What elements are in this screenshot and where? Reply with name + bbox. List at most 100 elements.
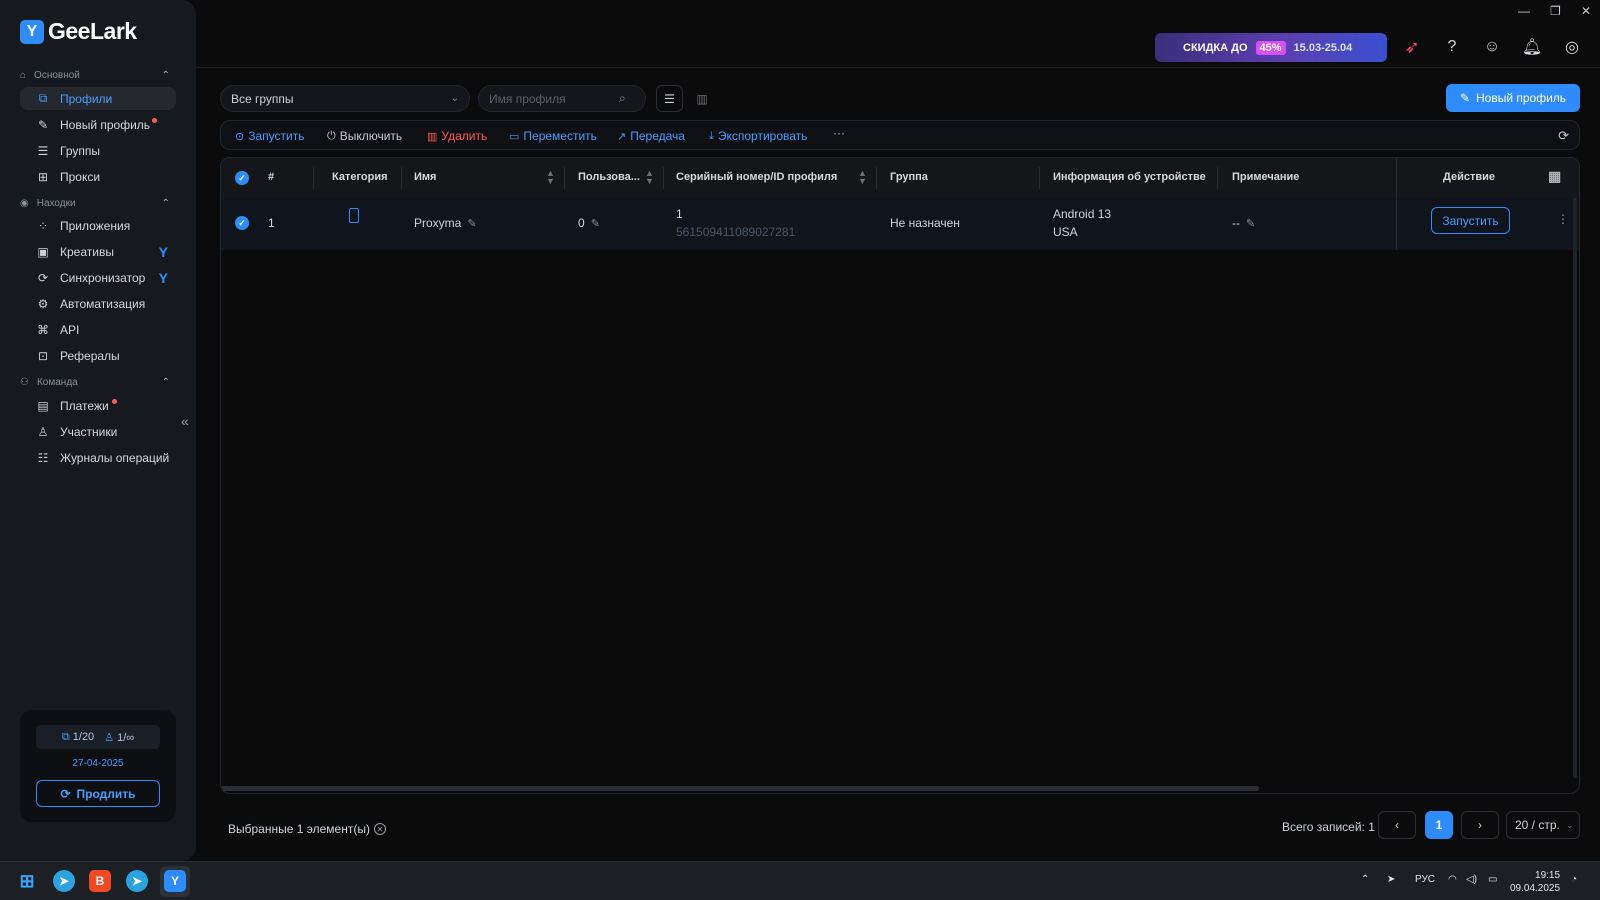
support-icon[interactable]: ☺ (1481, 36, 1503, 58)
sidebar-item-logs[interactable]: ☷ Журналы операций (20, 446, 176, 469)
tray-telegram-icon[interactable]: ➤ (1387, 874, 1395, 885)
column-users[interactable]: Пользова... (578, 171, 640, 183)
transfer-action[interactable]: ↗ Передача (617, 129, 685, 143)
profiles-table: ✓ # Категория Имя ▲ ▼ Пользова... ▲ ▼ Сери… (220, 157, 1580, 794)
row-profile-id[interactable]: 561509411089027281 (676, 225, 795, 239)
column-divider (663, 167, 664, 189)
trash-icon: ▥ (427, 130, 438, 143)
column-settings-icon[interactable]: ▦ (1548, 168, 1561, 185)
telegram-icon[interactable]: ➤ (53, 870, 75, 892)
row-checkbox[interactable]: ✓ (235, 216, 249, 230)
sidebar-item-apps[interactable]: ⁘ Приложения (20, 214, 176, 237)
row-note-cell: -- ✎ (1232, 216, 1255, 230)
sidebar-item-automation[interactable]: ⚙ Автоматизация (20, 292, 176, 315)
start-action[interactable]: ⊙ Запустить (235, 129, 304, 143)
user-icon: ♙ (37, 424, 49, 439)
brave-icon[interactable]: B (89, 870, 111, 892)
action-label: Удалить (441, 129, 488, 143)
more-actions-icon[interactable]: ··· (833, 126, 845, 140)
row-device-os: Android 13 (1053, 207, 1112, 221)
sort-icon[interactable]: ▲ ▼ (645, 169, 654, 186)
export-action[interactable]: ⤓ Экспортировать (709, 129, 807, 143)
promo-text: СКИДКА ДО (1183, 41, 1248, 54)
notification-center-icon[interactable]: ◔ (1571, 874, 1577, 885)
bell-icon[interactable]: 🔔︎ (1521, 36, 1543, 58)
new-profile-button[interactable]: ✎ Новый профиль (1446, 84, 1580, 112)
profiles-icon: ⧉ (61, 730, 70, 743)
recycle-bin-button[interactable]: ▥ (690, 85, 714, 112)
section-label: Находки (36, 198, 76, 209)
help-icon[interactable]: ? (1441, 36, 1463, 58)
move-action[interactable]: ▭ Переместить (509, 129, 597, 143)
section-main-header[interactable]: ⌂ Основной ⌃ (20, 70, 170, 81)
sidebar-item-groups[interactable]: ☰ Группы (20, 139, 176, 162)
column-category: Категория (332, 171, 388, 183)
edit-icon[interactable]: ✎ (467, 218, 476, 230)
column-index: # (268, 171, 275, 183)
windows-start-icon[interactable]: ⊞ (16, 870, 38, 892)
close-icon[interactable]: ✕ (1581, 4, 1591, 18)
sidebar-item-synchronizer[interactable]: ⟳ Синхронизатор Y (20, 266, 176, 289)
telegram-2-icon[interactable]: ➤ (126, 870, 148, 892)
sidebar-item-new-profile[interactable]: ✎ Новый профиль (20, 113, 176, 136)
page-1-button[interactable]: 1 (1425, 811, 1453, 839)
rocket-icon[interactable]: ➶ (1401, 36, 1423, 58)
renew-button[interactable]: ⟳ Продлить (36, 780, 160, 807)
shutdown-action[interactable]: ⏻ Выключить (327, 129, 402, 143)
sidebar-item-referrals[interactable]: ⊡ Рефералы (20, 344, 176, 367)
chevron-down-icon: ⌄ (450, 93, 459, 104)
battery-icon[interactable]: ▭ (1488, 874, 1497, 885)
minimize-icon[interactable]: — (1518, 4, 1530, 18)
delete-action[interactable]: ▥ Удалить (427, 129, 487, 143)
sort-icon[interactable]: ▲ ▼ (546, 169, 555, 186)
sidebar-item-proxy[interactable]: ⊞ Прокси (20, 165, 176, 188)
geelark-taskbar-icon[interactable]: Y (164, 870, 186, 892)
logo[interactable]: Y GeeLark (20, 18, 137, 45)
promo-percent: 45% (1255, 40, 1286, 55)
sidebar-item-creatives[interactable]: ▣ Креативы Y (20, 240, 176, 263)
per-page-select[interactable]: 20 / стр. ⌄ (1506, 811, 1580, 839)
sidebar-item-payments[interactable]: ▤ Платежи (20, 394, 176, 417)
column-divider (564, 167, 565, 189)
edit-icon[interactable]: ✎ (591, 218, 600, 230)
clear-selection-icon[interactable]: ✕ (373, 823, 386, 835)
input-language[interactable]: РУС (1415, 874, 1435, 885)
group-select[interactable]: Все группы ⌄ (220, 85, 470, 112)
sidebar-item-api[interactable]: ⌘ API (20, 318, 176, 341)
column-name[interactable]: Имя (414, 171, 436, 183)
vertical-scrollbar[interactable] (1573, 198, 1577, 778)
next-page-button[interactable]: › (1461, 811, 1499, 839)
sidebar-item-members[interactable]: ♙ Участники (20, 420, 176, 443)
members-count: 1/∞ (117, 731, 135, 744)
search-input[interactable] (489, 91, 619, 106)
account-icon[interactable]: ◎ (1561, 36, 1583, 58)
sidebar-item-label: Синхронизатор (60, 270, 146, 285)
edit-icon: ✎ (1459, 91, 1470, 105)
edit-icon[interactable]: ✎ (1246, 218, 1255, 230)
start-profile-button[interactable]: Запустить (1431, 207, 1510, 234)
horizontal-scrollbar[interactable] (221, 786, 1259, 791)
refresh-icon[interactable]: ⟳ (1558, 128, 1569, 144)
column-serial[interactable]: Серийный номер/ID профиля (676, 171, 837, 183)
select-all-checkbox[interactable]: ✓ (235, 171, 249, 185)
prev-page-button[interactable]: ‹ (1378, 811, 1416, 839)
search-icon[interactable]: ⌕ (619, 91, 626, 106)
plan-stats: ⧉ 1/20 ♙ 1/∞ (36, 725, 160, 749)
section-label: Команда (36, 377, 78, 388)
wifi-icon[interactable]: ◠ (1448, 874, 1457, 885)
restore-icon[interactable]: ❐ (1550, 4, 1561, 18)
sort-icon[interactable]: ▲ ▼ (858, 169, 867, 186)
section-discoveries-header[interactable]: ◉ Находки ⌃ (20, 198, 170, 209)
filter-settings-button[interactable]: ☰ (656, 85, 683, 112)
more-vertical-icon[interactable]: ⋮ (1557, 212, 1569, 226)
section-team-header[interactable]: ⚇ Команда ⌃ (20, 377, 170, 388)
action-toolbar: ⊙ Запустить ⏻ Выключить ▥ Удалить ▭ Пере… (220, 120, 1580, 150)
taskbar-clock[interactable]: 19:15 09.04.2025 (1510, 869, 1560, 895)
collapse-sidebar-icon[interactable]: « (181, 413, 189, 429)
sidebar-item-profiles[interactable]: ⧉ Профили (20, 87, 176, 110)
tray-expand-icon[interactable]: ⌃ (1361, 874, 1369, 885)
table-row[interactable]: ✓ 1 Proxyma ✎ 0 ✎ 1 561509411089027281 Не … (221, 198, 1579, 250)
promo-banner[interactable]: СКИДКА ДО 45% 15.03-25.04 (1155, 33, 1387, 62)
logs-icon: ☷ (37, 450, 49, 465)
volume-icon[interactable]: ◁) (1466, 874, 1477, 885)
